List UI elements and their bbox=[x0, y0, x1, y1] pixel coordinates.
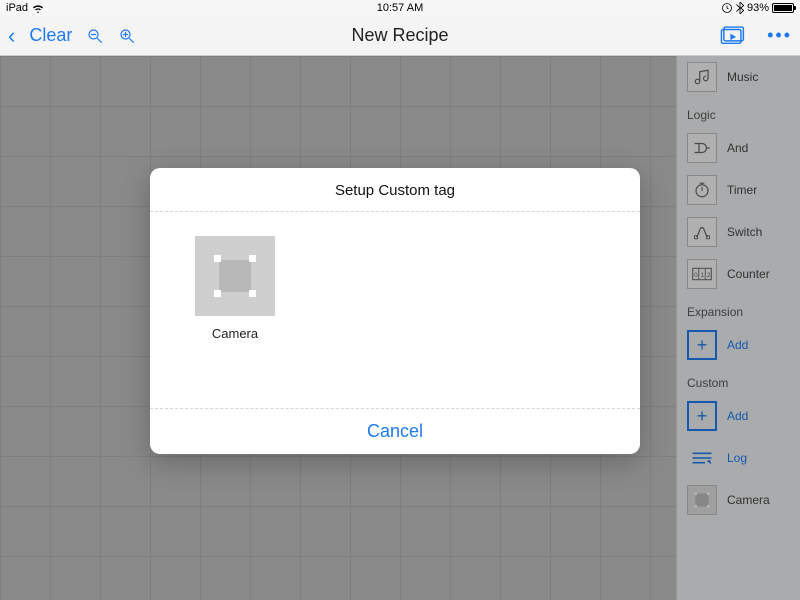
setup-custom-tag-modal: Setup Custom tag Camera Cancel bbox=[150, 168, 640, 454]
rotation-lock-icon bbox=[721, 2, 733, 14]
battery-percent: 93% bbox=[747, 2, 769, 14]
camera-tag-icon bbox=[195, 236, 275, 316]
wifi-icon bbox=[32, 4, 44, 13]
battery-icon bbox=[772, 3, 794, 13]
back-button[interactable]: ‹ bbox=[8, 23, 15, 49]
toolbar: ‹ Clear New Recipe ••• bbox=[0, 16, 800, 56]
status-time: 10:57 AM bbox=[377, 2, 423, 14]
clear-button[interactable]: Clear bbox=[29, 25, 72, 46]
status-left: iPad bbox=[6, 2, 44, 14]
device-label: iPad bbox=[6, 2, 28, 14]
more-menu-button[interactable]: ••• bbox=[767, 25, 792, 46]
page-title: New Recipe bbox=[351, 25, 448, 46]
tile-label: Camera bbox=[212, 326, 258, 341]
main: Music Logic And Timer Switch 012 Counter bbox=[0, 56, 800, 600]
play-recipe-button[interactable] bbox=[719, 26, 745, 46]
modal-title: Setup Custom tag bbox=[150, 168, 640, 212]
zoom-out-button[interactable] bbox=[86, 27, 104, 45]
status-bar: iPad 10:57 AM 93% bbox=[0, 0, 800, 16]
modal-body: Camera bbox=[150, 212, 640, 409]
cancel-button[interactable]: Cancel bbox=[150, 409, 640, 454]
bluetooth-icon bbox=[736, 2, 744, 14]
status-right: 93% bbox=[721, 2, 794, 14]
custom-tag-tile-camera[interactable]: Camera bbox=[190, 236, 280, 341]
zoom-in-button[interactable] bbox=[118, 27, 136, 45]
